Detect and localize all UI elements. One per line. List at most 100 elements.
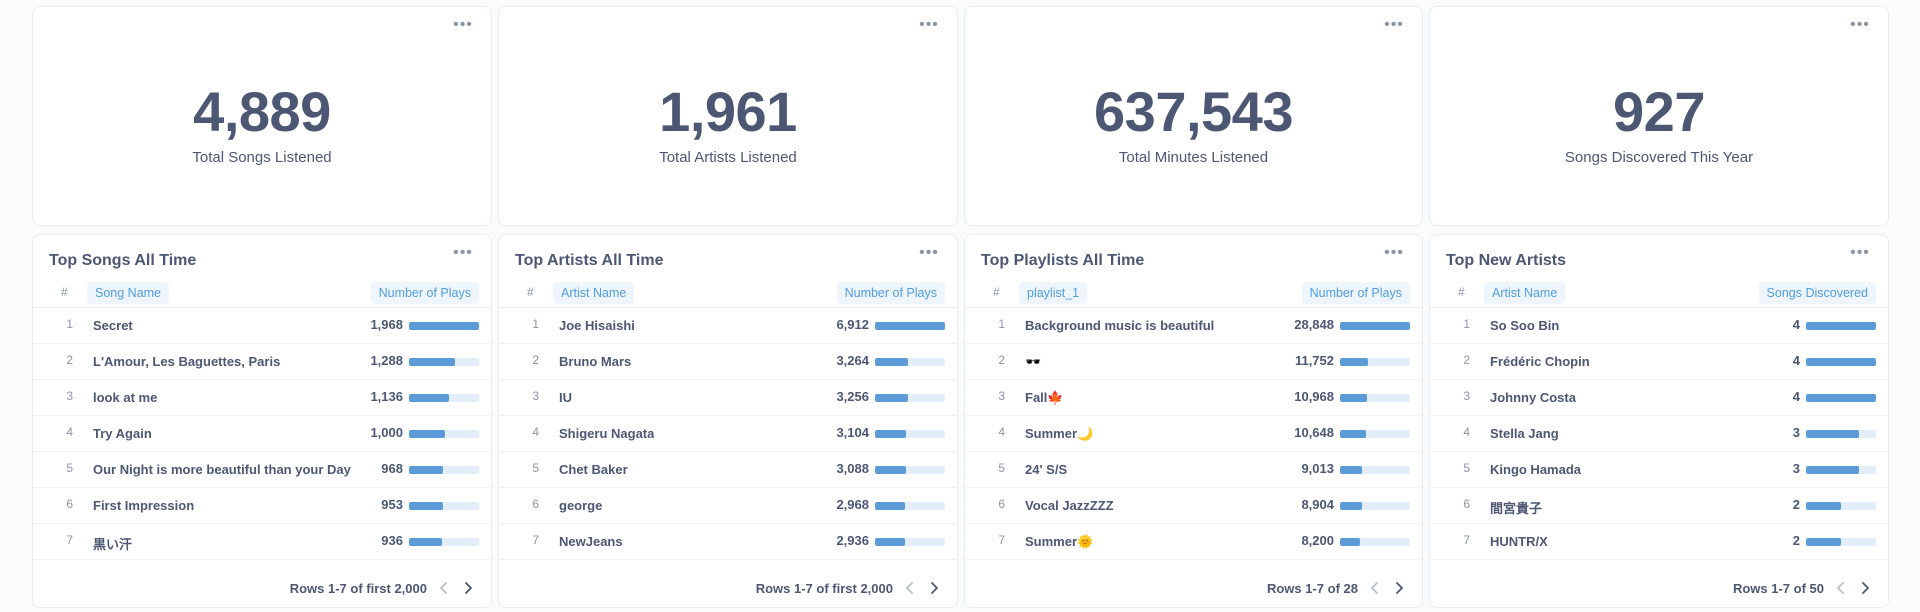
column-header-name[interactable]: Song Name bbox=[87, 282, 170, 304]
row-name[interactable]: HUNTR/X bbox=[1490, 534, 1548, 549]
row-name[interactable]: 間宮貴子 bbox=[1490, 498, 1542, 517]
table-row[interactable]: 3 Johnny Costa 4 bbox=[1430, 380, 1888, 416]
column-header-name[interactable]: Artist Name bbox=[553, 282, 635, 304]
column-header-index[interactable]: # bbox=[527, 285, 534, 299]
table-row[interactable]: 1 So Soo Bin 4 bbox=[1430, 308, 1888, 344]
row-name[interactable]: Vocal JazzZZZ bbox=[1025, 498, 1114, 513]
row-index: 4 bbox=[1463, 425, 1470, 439]
table-row[interactable]: 5 Chet Baker 3,088 bbox=[499, 452, 957, 488]
table-row[interactable]: 4 Shigeru Nagata 3,104 bbox=[499, 416, 957, 452]
row-value: 2,968 bbox=[836, 497, 869, 512]
table-row[interactable]: 1 Background music is beautiful 28,848 bbox=[965, 308, 1422, 344]
more-options-icon[interactable]: ••• bbox=[917, 245, 941, 265]
value-bar-track bbox=[875, 466, 945, 474]
row-name[interactable]: L'Amour, Les Baguettes, Paris bbox=[93, 354, 280, 369]
table-row[interactable]: 4 Try Again 1,000 bbox=[33, 416, 491, 452]
row-index: 2 bbox=[532, 353, 539, 367]
row-name[interactable]: Secret bbox=[93, 318, 133, 333]
row-name[interactable]: Frédéric Chopin bbox=[1490, 354, 1590, 369]
value-bar-fill bbox=[1806, 538, 1841, 546]
row-name[interactable]: george bbox=[559, 498, 602, 513]
table-row[interactable]: 6 Vocal JazzZZZ 8,904 bbox=[965, 488, 1422, 524]
chevron-left-icon[interactable] bbox=[1366, 579, 1384, 597]
column-header-name[interactable]: Artist Name bbox=[1484, 282, 1566, 304]
table-row[interactable]: 1 Secret 1,968 bbox=[33, 308, 491, 344]
row-name[interactable]: Try Again bbox=[93, 426, 152, 441]
row-name[interactable]: Background music is beautiful bbox=[1025, 318, 1214, 333]
row-name[interactable]: Chet Baker bbox=[559, 462, 628, 477]
column-header-value[interactable]: Songs Discovered bbox=[1758, 282, 1876, 304]
value-bar-fill bbox=[1806, 430, 1859, 438]
row-index: 3 bbox=[1463, 389, 1470, 403]
row-name[interactable]: Johnny Costa bbox=[1490, 390, 1576, 405]
row-name[interactable]: Summer🌙 bbox=[1025, 426, 1093, 442]
table-row[interactable]: 3 IU 3,256 bbox=[499, 380, 957, 416]
value-bar-fill bbox=[409, 466, 444, 474]
column-header-value[interactable]: Number of Plays bbox=[370, 282, 479, 304]
table-card-top-artists: ••• Top Artists All Time # Artist Name Numbe… bbox=[498, 234, 958, 608]
chevron-right-icon[interactable] bbox=[459, 579, 477, 597]
table-row[interactable]: 6 george 2,968 bbox=[499, 488, 957, 524]
table-row[interactable]: 7 Summer🌞 8,200 bbox=[965, 524, 1422, 560]
table-row[interactable]: 2 Bruno Mars 3,264 bbox=[499, 344, 957, 380]
card-title: Top New Artists bbox=[1446, 252, 1567, 269]
chevron-right-icon[interactable] bbox=[1390, 579, 1408, 597]
table-row[interactable]: 7 HUNTR/X 2 bbox=[1430, 524, 1888, 560]
row-name[interactable]: Summer🌞 bbox=[1025, 534, 1093, 550]
row-name[interactable]: Joe Hisaishi bbox=[559, 318, 635, 333]
column-header-value[interactable]: Number of Plays bbox=[1301, 282, 1410, 304]
table-row[interactable]: 2 🕶️ 11,752 bbox=[965, 344, 1422, 380]
table-row[interactable]: 5 Kingo Hamada 3 bbox=[1430, 452, 1888, 488]
column-header-index[interactable]: # bbox=[993, 285, 1000, 299]
row-name[interactable]: Bruno Mars bbox=[559, 354, 631, 369]
row-name[interactable]: Fall🍁 bbox=[1025, 390, 1064, 406]
table-row[interactable]: 2 L'Amour, Les Baguettes, Paris 1,288 bbox=[33, 344, 491, 380]
table-row[interactable]: 4 Summer🌙 10,648 bbox=[965, 416, 1422, 452]
more-options-icon[interactable]: ••• bbox=[451, 17, 475, 37]
chevron-right-icon[interactable] bbox=[1856, 579, 1874, 597]
table-row[interactable]: 6 間宮貴子 2 bbox=[1430, 488, 1888, 524]
row-name[interactable]: IU bbox=[559, 390, 572, 405]
metric-label: Songs Discovered This Year bbox=[1564, 149, 1754, 166]
chevron-left-icon[interactable] bbox=[1832, 579, 1850, 597]
table-row[interactable]: 1 Joe Hisaishi 6,912 bbox=[499, 308, 957, 344]
more-options-icon[interactable]: ••• bbox=[1848, 245, 1872, 265]
row-name[interactable]: Shigeru Nagata bbox=[559, 426, 654, 441]
more-options-icon[interactable]: ••• bbox=[917, 17, 941, 37]
table-row[interactable]: 2 Frédéric Chopin 4 bbox=[1430, 344, 1888, 380]
row-name[interactable]: Stella Jang bbox=[1490, 426, 1559, 441]
row-name[interactable]: 黒い汗 bbox=[93, 534, 132, 553]
row-name[interactable]: 🕶️ bbox=[1025, 354, 1041, 370]
table-row[interactable]: 5 Our Night is more beautiful than your D… bbox=[33, 452, 491, 488]
column-header-name[interactable]: playlist_1 bbox=[1019, 282, 1088, 304]
chevron-left-icon[interactable] bbox=[435, 579, 453, 597]
pagination-text: Rows 1-7 of 50 bbox=[1732, 581, 1824, 596]
table-row[interactable]: 6 First Impression 953 bbox=[33, 488, 491, 524]
row-name[interactable]: look at me bbox=[93, 390, 157, 405]
more-options-icon[interactable]: ••• bbox=[1382, 17, 1406, 37]
row-name[interactable]: NewJeans bbox=[559, 534, 623, 549]
table-row[interactable]: 3 Fall🍁 10,968 bbox=[965, 380, 1422, 416]
more-options-icon[interactable]: ••• bbox=[1382, 245, 1406, 265]
table-row[interactable]: 7 NewJeans 2,936 bbox=[499, 524, 957, 560]
row-index: 2 bbox=[1463, 353, 1470, 367]
chevron-right-icon[interactable] bbox=[925, 579, 943, 597]
row-name[interactable]: First Impression bbox=[93, 498, 194, 513]
row-name[interactable]: So Soo Bin bbox=[1490, 318, 1559, 333]
row-name[interactable]: 24' S/S bbox=[1025, 462, 1067, 477]
column-header-value[interactable]: Number of Plays bbox=[836, 282, 945, 304]
value-bar-track bbox=[1340, 538, 1410, 546]
table-row[interactable]: 7 黒い汗 936 bbox=[33, 524, 491, 560]
table-row[interactable]: 4 Stella Jang 3 bbox=[1430, 416, 1888, 452]
row-value: 4 bbox=[1792, 317, 1800, 332]
value-bar-track bbox=[1340, 394, 1410, 402]
more-options-icon[interactable]: ••• bbox=[451, 245, 475, 265]
column-header-index[interactable]: # bbox=[61, 285, 68, 299]
more-options-icon[interactable]: ••• bbox=[1848, 17, 1872, 37]
table-row[interactable]: 5 24' S/S 9,013 bbox=[965, 452, 1422, 488]
table-row[interactable]: 3 look at me 1,136 bbox=[33, 380, 491, 416]
column-header-index[interactable]: # bbox=[1458, 285, 1465, 299]
chevron-left-icon[interactable] bbox=[901, 579, 919, 597]
row-name[interactable]: Our Night is more beautiful than your Da… bbox=[93, 462, 351, 477]
row-name[interactable]: Kingo Hamada bbox=[1490, 462, 1581, 477]
